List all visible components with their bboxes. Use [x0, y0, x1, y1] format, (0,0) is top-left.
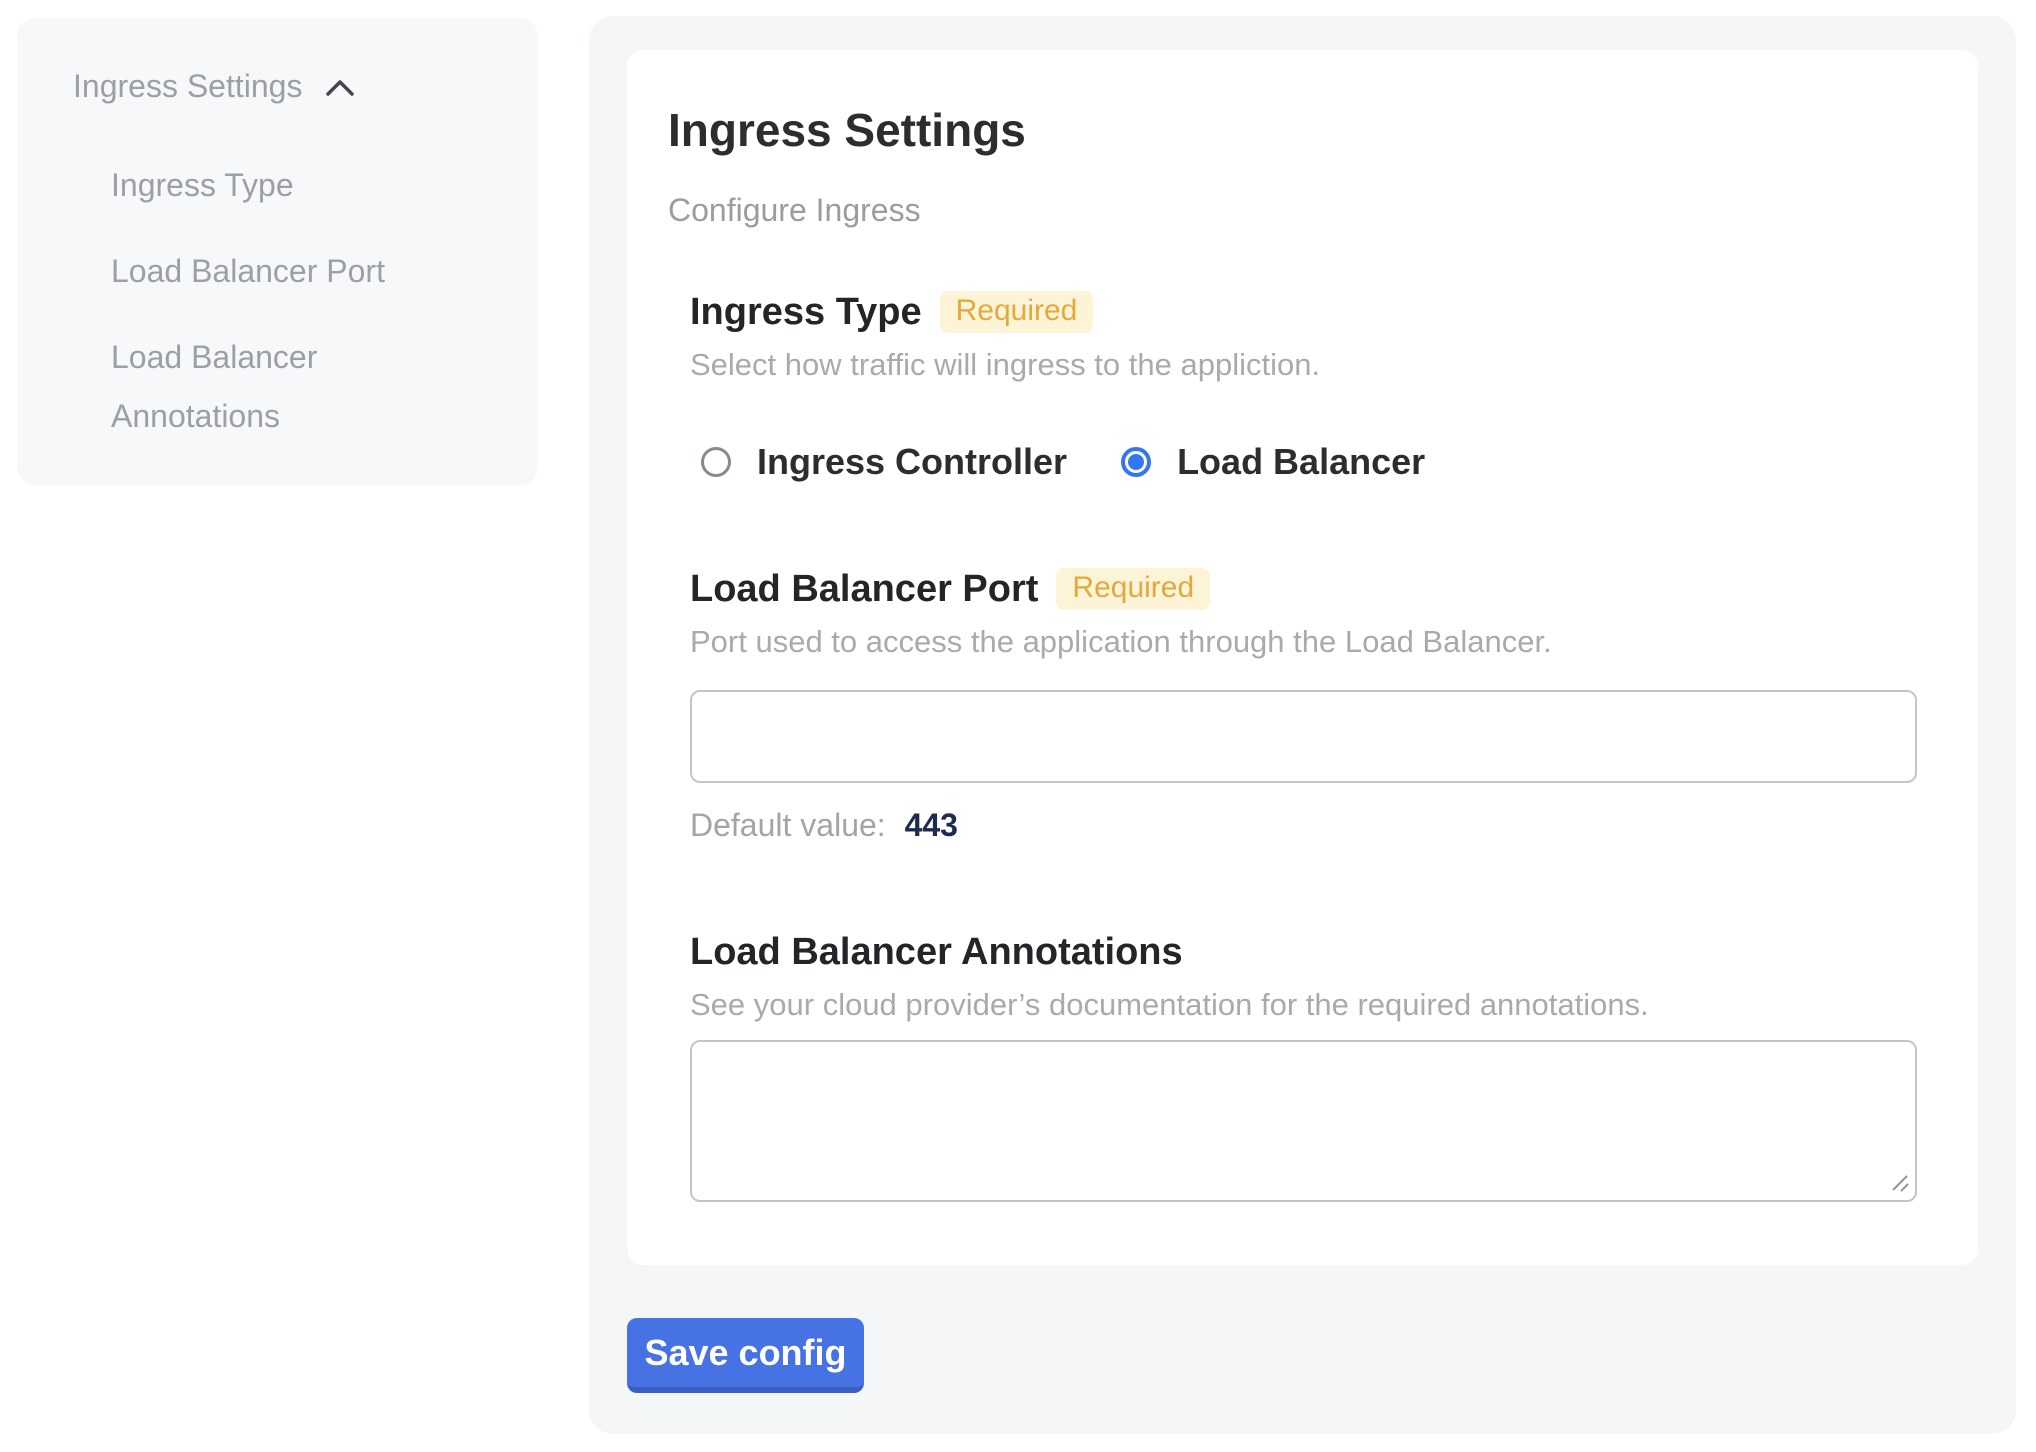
load-balancer-annotations-description: See your cloud provider’s documentation …: [690, 984, 1916, 1026]
resize-handle-icon[interactable]: [1887, 1170, 1913, 1196]
section-load-balancer-port: Load Balancer Port Required Port used to…: [690, 565, 1916, 846]
load-balancer-port-input[interactable]: [690, 690, 1917, 783]
sidebar-item-load-balancer-port[interactable]: Load Balancer Port: [111, 242, 411, 301]
ingress-settings-card: Ingress Settings Configure Ingress Ingre…: [627, 50, 1978, 1265]
load-balancer-port-description: Port used to access the application thro…: [690, 621, 1916, 663]
ingress-type-description: Select how traffic will ingress to the a…: [690, 344, 1916, 386]
load-balancer-annotations-label: Load Balancer Annotations: [690, 928, 1183, 976]
radio-option-load-balancer[interactable]: Load Balancer: [1121, 441, 1425, 483]
ingress-type-label: Ingress Type: [690, 288, 922, 336]
radio-option-ingress-controller[interactable]: Ingress Controller: [701, 441, 1067, 483]
sidebar-section-label: Ingress Settings: [73, 64, 302, 108]
sidebar-item-list: Ingress Type Load Balancer Port Load Bal…: [111, 156, 411, 446]
default-value-label: Default value:: [690, 807, 886, 843]
default-value: 443: [905, 807, 958, 843]
form-sections: Ingress Type Required Select how traffic…: [690, 288, 1916, 1202]
page-title: Ingress Settings: [668, 102, 1916, 158]
radio-button-icon: [1121, 447, 1151, 477]
sidebar-item-ingress-type[interactable]: Ingress Type: [111, 156, 411, 215]
annotations-textarea[interactable]: [690, 1040, 1917, 1202]
load-balancer-port-label: Load Balancer Port: [690, 565, 1038, 613]
required-badge: Required: [940, 291, 1094, 333]
settings-nav-sidebar: Ingress Settings Ingress Type Load Balan…: [17, 18, 538, 485]
radio-option-label: Ingress Controller: [757, 441, 1067, 483]
chevron-up-icon[interactable]: [324, 77, 356, 99]
section-load-balancer-annotations: Load Balancer Annotations See your cloud…: [690, 928, 1916, 1202]
section-ingress-type: Ingress Type Required Select how traffic…: [690, 288, 1916, 484]
sidebar-item-load-balancer-annotations[interactable]: Load Balancer Annotations: [111, 328, 411, 446]
annotations-textarea-wrap: [690, 1040, 1917, 1202]
settings-panel: Ingress Settings Configure Ingress Ingre…: [589, 16, 2016, 1434]
sidebar-section-ingress-settings[interactable]: Ingress Settings: [17, 18, 538, 108]
page-subtitle: Configure Ingress: [668, 188, 1916, 232]
required-badge: Required: [1056, 568, 1210, 610]
radio-option-label: Load Balancer: [1177, 441, 1425, 483]
save-config-button[interactable]: Save config: [627, 1318, 864, 1393]
default-value-row: Default value: 443: [690, 804, 1916, 846]
radio-button-icon: [701, 447, 731, 477]
ingress-type-radio-group: Ingress Controller Load Balancer: [690, 440, 1916, 484]
